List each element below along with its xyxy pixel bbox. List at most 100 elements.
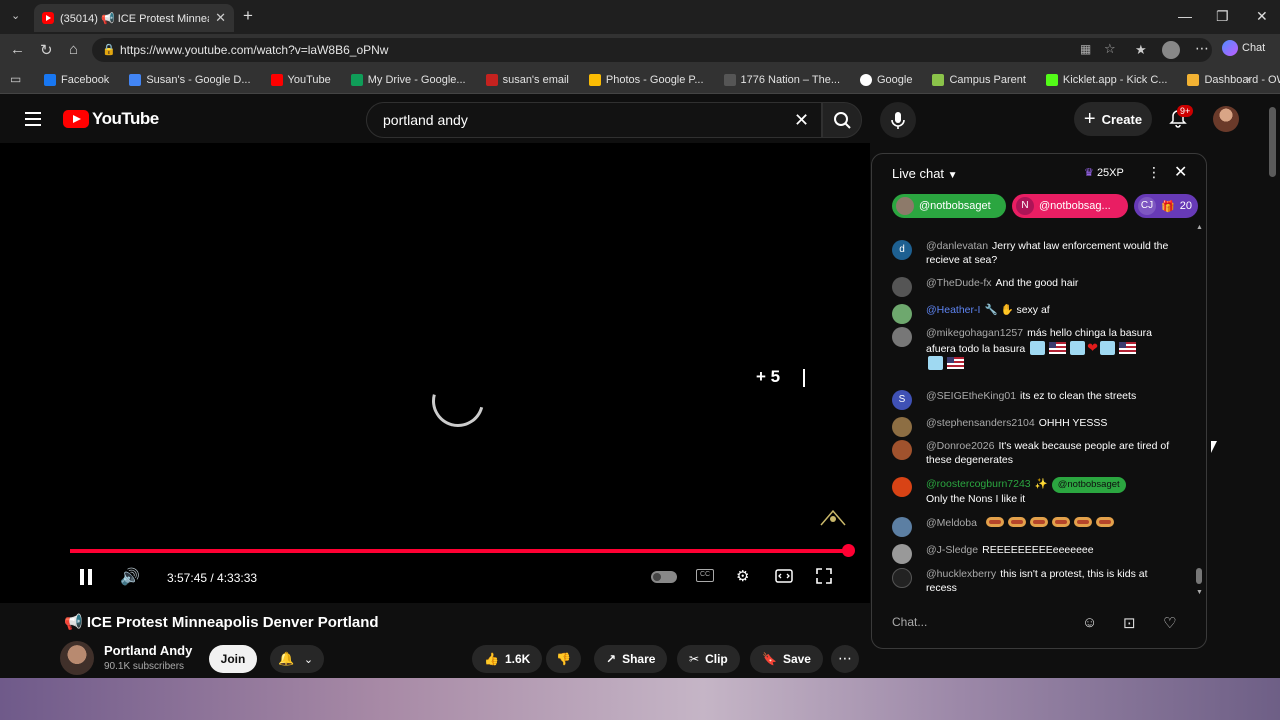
search-input[interactable]: portland andy (366, 102, 822, 138)
chat-username[interactable]: @stephensanders2104 (926, 417, 1035, 429)
chat-message[interactable]: @J-Sledge REEEEEEEEEeeeeeee (892, 544, 1192, 564)
site-info-icon[interactable]: 🔒 (102, 43, 116, 56)
chat-message[interactable]: @stephensanders2104 OHHH YESSS (892, 417, 1192, 437)
video-player[interactable]: + 5 🔊 3:57:45 / 4:33:33 CC ⚙ (0, 143, 870, 603)
chat-username[interactable]: @Donroe2026 (926, 440, 994, 452)
chat-username[interactable]: @J-Sledge (926, 544, 978, 556)
super-chat-icon[interactable]: ⊡ (1123, 614, 1136, 632)
chat-message-list[interactable]: d @danlevatan Jerry what law enforcement … (872, 226, 1206, 596)
progress-bar[interactable] (70, 544, 855, 557)
chat-input[interactable]: Chat... (892, 610, 1092, 634)
fullscreen-icon[interactable] (816, 568, 832, 584)
browser-tab-active[interactable]: (35014) 📢 ICE Protest Minneapoli ✕ (34, 4, 234, 32)
chat-username[interactable]: @roostercogburn7243 (926, 478, 1031, 490)
channel-watermark[interactable] (818, 501, 848, 531)
settings-gear-icon[interactable]: ⚙ (736, 567, 749, 585)
bookmark-item[interactable]: YouTube (270, 73, 331, 86)
chat-close-icon[interactable]: ✕ (1174, 162, 1187, 182)
restore-icon[interactable]: ❐ (1216, 8, 1229, 25)
home-icon[interactable]: ⌂ (69, 41, 78, 58)
pause-button[interactable] (80, 569, 94, 585)
tab-list-icon[interactable]: ⌄ (11, 9, 20, 22)
url-input[interactable]: 🔒 https://www.youtube.com/watch?v=laW8B6… (92, 38, 1212, 62)
theater-mode-icon[interactable] (775, 569, 793, 583)
xp-badge[interactable]: ♛ 25XP (1084, 166, 1124, 179)
join-button[interactable]: Join (209, 645, 257, 673)
scroll-up-icon[interactable]: ▲ (1196, 224, 1203, 231)
chat-username[interactable]: @mikegohagan1257 (926, 327, 1023, 339)
chat-username[interactable]: @danlevatan (926, 240, 988, 252)
ticker-item[interactable]: CJ 🎁 20 (1134, 194, 1198, 218)
more-actions-icon[interactable]: ⋯ (831, 645, 859, 673)
chat-mode-selector[interactable]: Live chat ▼ (892, 166, 958, 181)
ticker-item[interactable]: @notbobsaget (892, 194, 1006, 218)
bookmark-item[interactable]: Google (860, 73, 912, 86)
back-icon[interactable]: ← (10, 41, 25, 58)
chat-username[interactable]: @TheDude-fx (926, 277, 992, 289)
bookmark-item[interactable]: Photos - Google P... (588, 73, 704, 86)
chat-scrollbar[interactable]: ▲ ▼ (1196, 224, 1203, 596)
channel-avatar[interactable] (60, 641, 94, 675)
new-tab-icon[interactable]: + (243, 6, 253, 26)
page-scroll-thumb[interactable] (1269, 107, 1276, 177)
favorites-icon[interactable]: ★ (1135, 42, 1147, 58)
voice-search-button[interactable] (880, 102, 916, 138)
bookmark-item[interactable]: susan's email (485, 73, 569, 86)
chat-scroll-thumb[interactable] (1196, 568, 1202, 584)
bookmark-item[interactable]: Kicklet.app - Kick C... (1045, 73, 1167, 86)
subscription-bell-button[interactable]: 🔔 ⌄ (270, 645, 324, 673)
account-avatar[interactable] (1213, 106, 1239, 132)
chat-message[interactable]: @hucklexberry this isn't a protest, this … (892, 568, 1192, 595)
mention-badge[interactable]: @notbobsaget (1051, 477, 1126, 493)
bookmark-item[interactable]: Facebook (44, 73, 109, 86)
refresh-icon[interactable]: ↻ (40, 41, 53, 59)
dislike-button[interactable]: 👎 (546, 645, 581, 673)
browser-menu-icon[interactable]: ⋯ (1195, 40, 1209, 57)
chat-message[interactable]: @TheDude-fx And the good hair (892, 277, 1192, 297)
volume-icon[interactable]: 🔊 (120, 567, 140, 587)
chat-message[interactable]: d @danlevatan Jerry what law enforcement … (892, 240, 1192, 267)
save-button[interactable]: 🔖 Save (750, 645, 823, 673)
chat-message[interactable]: @Donroe2026 It's weak because people are … (892, 440, 1192, 467)
create-button[interactable]: + Create (1074, 102, 1152, 136)
youtube-logo[interactable]: YouTube (63, 109, 159, 129)
search-button[interactable] (822, 102, 862, 138)
profile-icon[interactable] (1162, 41, 1180, 59)
app-available-icon[interactable]: ▦ (1080, 42, 1091, 56)
favorite-star-icon[interactable]: ☆ (1104, 41, 1116, 57)
tab-close-icon[interactable]: ✕ (215, 10, 226, 26)
chat-username[interactable]: @SEIGEtheKing01 (926, 390, 1016, 402)
autoplay-toggle[interactable] (651, 571, 677, 583)
clip-button[interactable]: ✂ Clip (677, 645, 740, 673)
like-button[interactable]: 👍 1.6K (472, 645, 543, 673)
share-button[interactable]: ↗ Share (594, 645, 668, 673)
bookmark-item[interactable]: My Drive - Google... (350, 73, 466, 86)
ticker-item[interactable]: N @notbobsag... (1012, 194, 1128, 218)
captions-icon[interactable]: CC (696, 569, 714, 582)
bookmark-item[interactable]: Campus Parent (932, 73, 1026, 86)
bookmark-item[interactable]: Susan's - Google D... (129, 73, 251, 86)
channel-name[interactable]: Portland Andy (104, 643, 192, 658)
scrubber-handle[interactable] (841, 544, 855, 557)
heart-reaction-icon[interactable]: ♡ (1163, 614, 1176, 632)
chat-message[interactable]: @Meldoba (892, 517, 1192, 537)
bookmark-item[interactable]: 1776 Nation – The... (723, 73, 840, 86)
chat-message[interactable]: @roostercogburn7243 ✨ @notbobsaget Only the… (892, 477, 1192, 506)
window-close-icon[interactable]: ✕ (1256, 8, 1268, 25)
scroll-down-icon[interactable]: ▼ (1196, 589, 1203, 596)
bookmark-item[interactable]: Dashboard - OWN... (1187, 73, 1280, 86)
chat-username[interactable]: @Meldoba (926, 517, 977, 529)
menu-icon[interactable] (25, 112, 41, 126)
chat-username[interactable]: @hucklexberry (926, 568, 996, 580)
page-scrollbar[interactable] (1265, 95, 1280, 678)
chat-options-icon[interactable]: ⋮ (1147, 164, 1161, 181)
sidebar-toggle-icon[interactable]: ▭ (10, 72, 21, 86)
chat-message[interactable]: S @SEIGEtheKing01 its ez to clean the str… (892, 390, 1192, 410)
bookmarks-overflow-icon[interactable]: › (1246, 72, 1250, 86)
emoji-icon[interactable]: ☺ (1082, 614, 1097, 631)
clear-search-icon[interactable]: ✕ (794, 110, 809, 131)
copilot-chat-button[interactable]: Chat (1222, 40, 1265, 56)
chat-message[interactable]: @Heather-I 🔧 ✋ sexy af (892, 304, 1192, 324)
chat-username[interactable]: @Heather-I (926, 304, 980, 316)
chat-message[interactable]: @mikegohagan1257 más hello chinga la basu… (892, 327, 1192, 372)
